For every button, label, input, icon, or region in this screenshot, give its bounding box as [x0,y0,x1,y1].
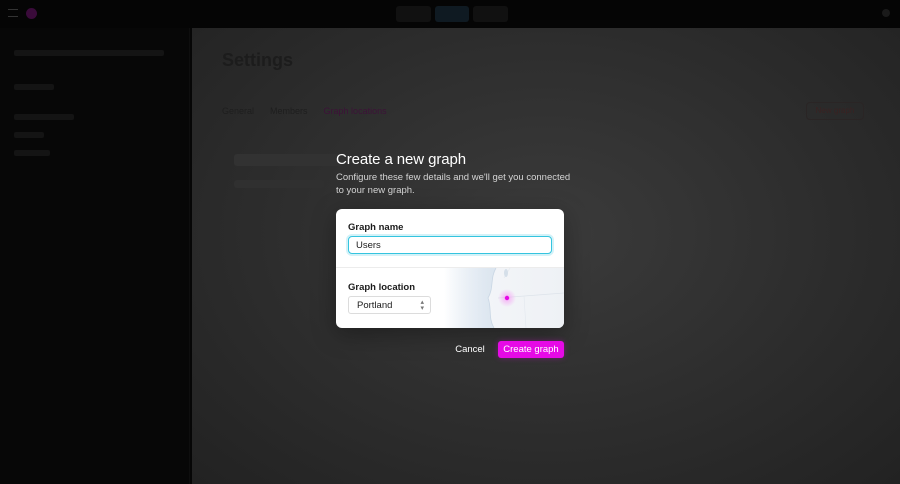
tab-graph-locations[interactable]: Graph locations [324,106,387,116]
tab-members[interactable]: Members [270,106,308,116]
new-graph-button[interactable]: New graph [806,102,864,120]
user-avatar[interactable] [882,9,890,17]
graph-location-select[interactable]: Portland ▴ ▾ [348,296,431,314]
menu-icon[interactable] [8,9,18,17]
page-title: Settings [222,50,294,70]
top-tab[interactable] [473,6,509,22]
logo-icon [26,8,37,19]
map-illustration [444,267,564,328]
top-tab[interactable] [396,6,431,22]
sidebar-item[interactable] [14,150,50,156]
sidebar-item[interactable] [14,84,54,90]
content-heading-placeholder [234,154,344,166]
graph-name-label: Graph name [348,222,404,233]
location-map [444,267,564,328]
content-subtext-placeholder [234,180,324,188]
graph-location-label: Graph location [348,282,416,293]
settings-tabs: General Members Graph locations [222,106,387,116]
chevron-up-down-icon: ▴ ▾ [420,299,424,312]
create-graph-button[interactable]: Create graph [498,341,564,358]
top-bar [0,0,900,28]
graph-name-input[interactable] [348,236,552,254]
top-tab[interactable] [434,6,470,22]
sidebar-item[interactable] [14,50,164,56]
modal-description: Configure these few details and we'll ge… [336,172,571,196]
location-pin-icon [504,295,510,301]
tab-general[interactable]: General [222,106,254,116]
top-bar-tabs [396,6,509,22]
create-graph-form: Graph name Graph locat [336,209,564,328]
modal-title: Create a new graph [336,151,466,168]
sidebar [0,28,190,484]
graph-name-section: Graph name [336,209,564,268]
sidebar-item[interactable] [14,114,74,120]
cancel-button[interactable]: Cancel [448,341,492,358]
sidebar-item[interactable] [14,132,44,138]
graph-location-value: Portland [357,300,393,311]
